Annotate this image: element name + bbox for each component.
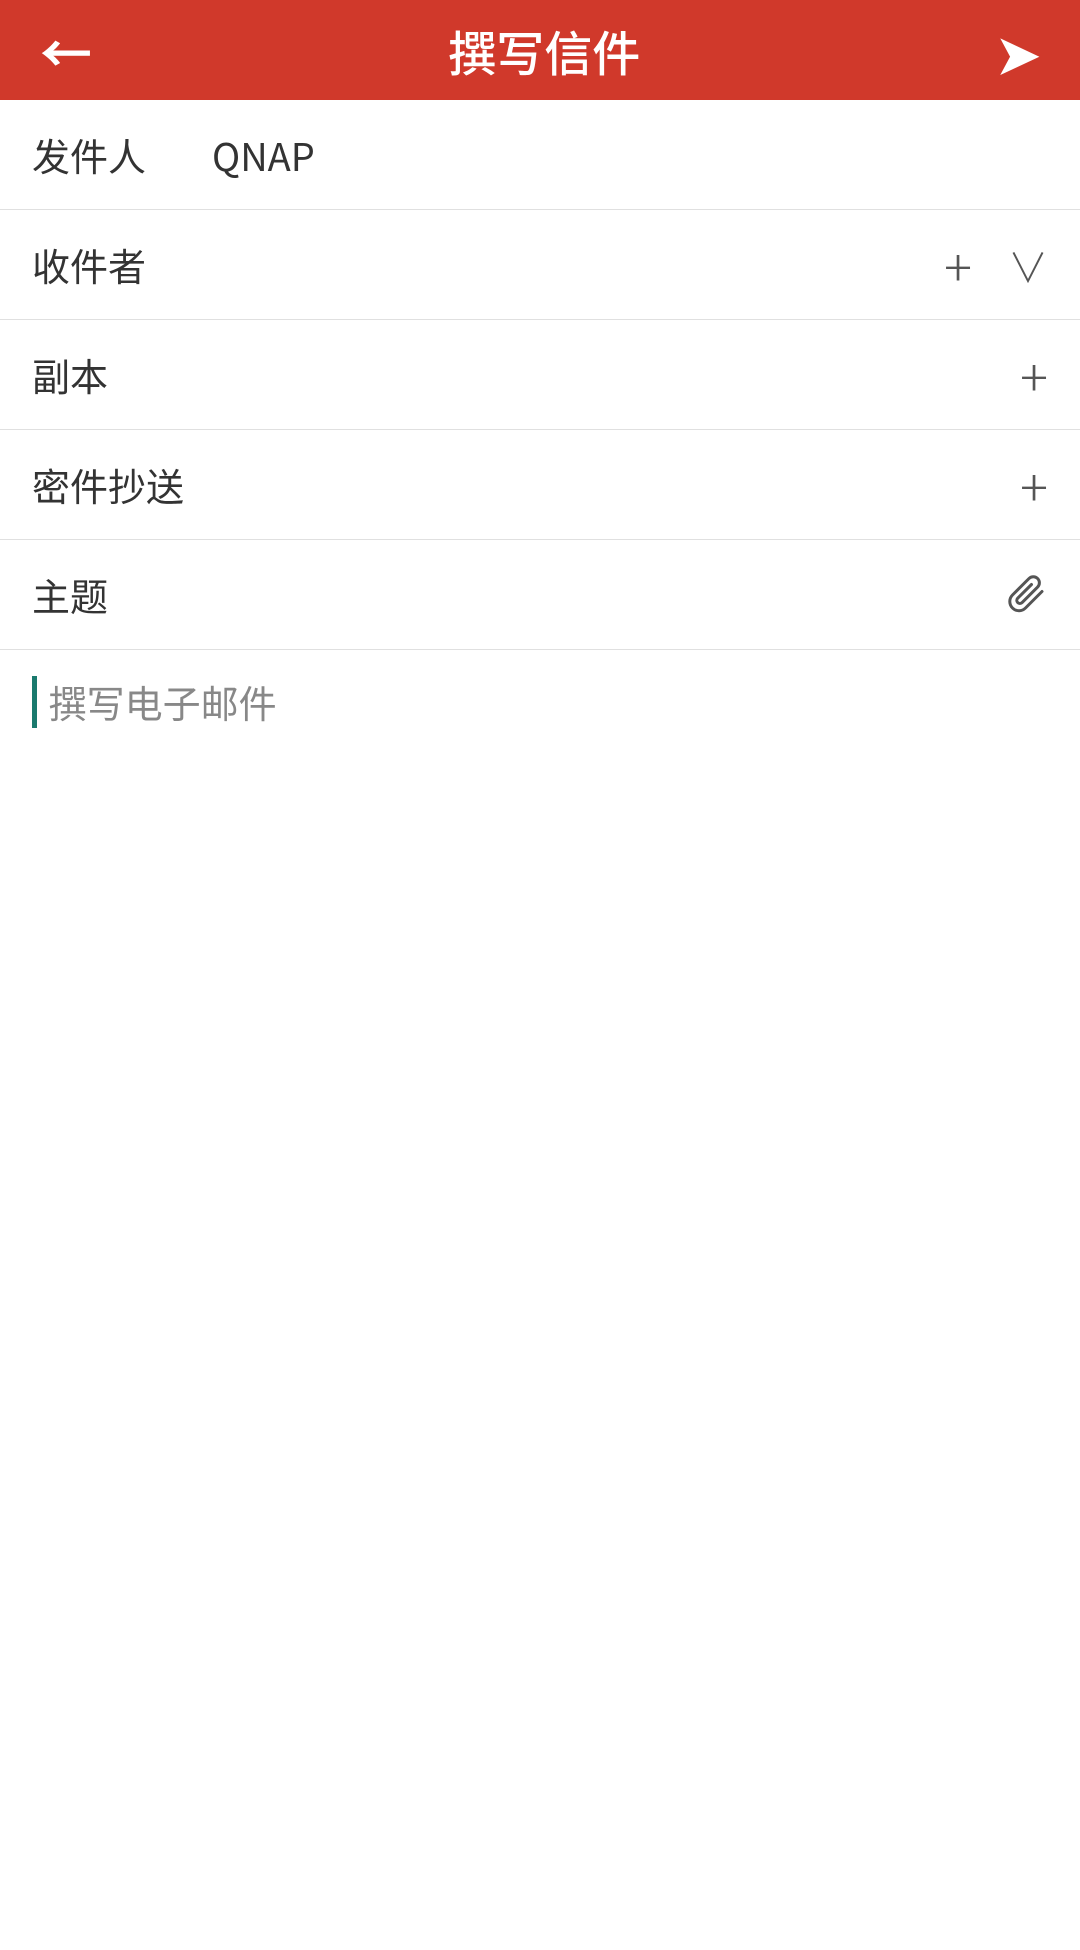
to-row[interactable]: 收件者 + ∨	[0, 210, 1080, 320]
subject-row[interactable]: 主题	[0, 540, 1080, 650]
to-input[interactable]	[192, 237, 944, 292]
to-expand-button[interactable]: ∨	[1008, 245, 1048, 285]
send-button[interactable]: ➤	[996, 13, 1040, 88]
to-add-button[interactable]: +	[944, 239, 972, 291]
cc-input[interactable]	[192, 347, 1020, 402]
subject-input[interactable]	[192, 567, 1004, 622]
bcc-row[interactable]: 密件抄送 +	[0, 430, 1080, 540]
page-title: 撰写信件	[448, 15, 640, 85]
header: ← 撰写信件 ➤	[0, 0, 1080, 100]
bcc-input[interactable]	[192, 457, 1020, 512]
attachment-button[interactable]	[1004, 571, 1048, 618]
subject-label: 主题	[32, 567, 192, 622]
to-actions: + ∨	[944, 239, 1048, 291]
to-label: 收件者	[32, 237, 192, 292]
cc-row[interactable]: 副本 +	[0, 320, 1080, 430]
cc-add-button[interactable]: +	[1020, 349, 1048, 401]
subject-actions	[1004, 571, 1048, 618]
from-value: QNAP	[192, 127, 1048, 182]
back-button[interactable]: ←	[40, 13, 92, 88]
bcc-add-button[interactable]: +	[1020, 459, 1048, 511]
from-row: 发件人 QNAP	[0, 100, 1080, 210]
email-body-section[interactable]: 撰写电子邮件	[0, 650, 1080, 1950]
bcc-actions: +	[1020, 459, 1048, 511]
cc-actions: +	[1020, 349, 1048, 401]
from-label: 发件人	[32, 127, 192, 182]
cc-label: 副本	[32, 347, 192, 402]
compose-form: 发件人 QNAP 收件者 + ∨ 副本 + 密件抄送 + 主题	[0, 100, 1080, 650]
bcc-label: 密件抄送	[32, 457, 192, 512]
